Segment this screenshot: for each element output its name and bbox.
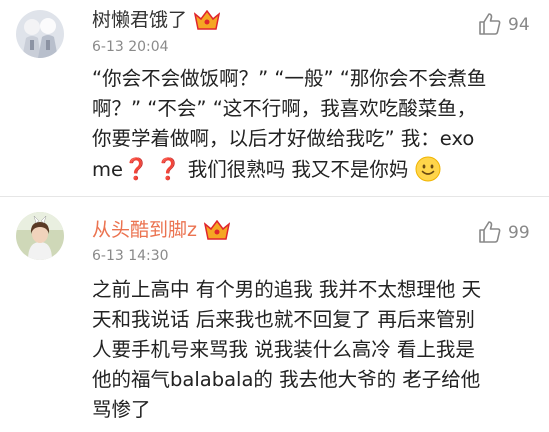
comment-item: 树懒君饿了 6-13 20:04 94 “你会不会做饭啊？” “一般” “那你会… <box>0 0 549 196</box>
comment-line: “你会不会做饭啊？” “一般” “那你会不会煮鱼 <box>92 67 487 90</box>
vip-crown-icon <box>194 10 220 30</box>
timestamp: 6-13 20:04 <box>92 39 169 55</box>
comment-divider <box>0 196 549 197</box>
timestamp: 6-13 14:30 <box>92 248 169 264</box>
comment-text-part: me <box>92 158 123 181</box>
username[interactable]: 树懒君饿了 <box>92 8 187 32</box>
comment-line: 天和我说话 后来我也就不回复了 再后来管别 <box>92 308 475 331</box>
comment-text: “你会不会做饭啊？” “一般” “那你会不会煮鱼 啊？” “不会” “这不行啊，… <box>92 64 502 185</box>
like-count: 99 <box>508 223 530 243</box>
vip-crown-icon <box>204 220 230 240</box>
comment-line: 骂惨了 <box>92 398 151 421</box>
smile-emoji <box>415 156 441 182</box>
comment-line: 他的福气balabala的 我去他大爷的 老子给他 <box>92 368 481 391</box>
comment-text: 之前上高中 有个男的追我 我并不太想理他 天 天和我说话 后来我也就不回复了 再… <box>92 275 502 425</box>
comment-text-part: 我们很熟吗 我又不是你妈 <box>187 158 409 181</box>
avatar[interactable] <box>16 212 64 260</box>
comment-line: 之前上高中 有个男的追我 我并不太想理他 天 <box>92 278 482 301</box>
comment-line: 啊？” “不会” “这不行啊，我喜欢吃酸菜鱼， <box>92 97 477 120</box>
avatar[interactable] <box>16 10 64 58</box>
question-mark-emoji: ❓ <box>123 157 150 181</box>
question-mark-emoji: ❓ <box>155 157 182 181</box>
comment-line: 人要手机号来骂我 说我装什么高冷 看上我是 <box>92 338 475 361</box>
like-count: 94 <box>508 15 530 35</box>
comment-item: 从头酷到脚z 6-13 14:30 99 之前上高中 有个男的追我 我并不太想理… <box>0 196 549 431</box>
comment-line: 你要学着做啊，以后才好做给我吃” 我：exo <box>92 127 475 150</box>
thumbs-up-icon[interactable] <box>478 220 502 244</box>
username[interactable]: 从头酷到脚z <box>92 218 197 242</box>
thumbs-up-icon[interactable] <box>478 12 502 36</box>
comment-line: me❓ ❓ 我们很熟吗 我又不是你妈 <box>92 154 502 185</box>
